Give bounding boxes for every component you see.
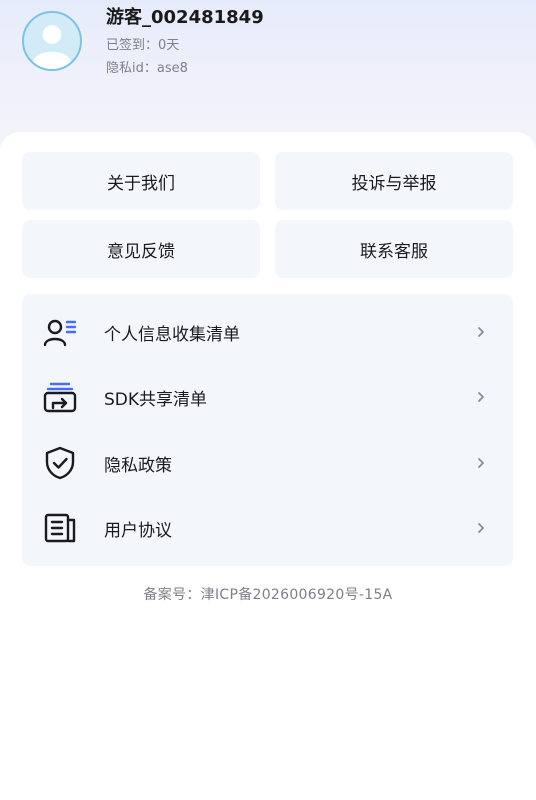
user-nickname: 游客_002481849 — [106, 7, 264, 28]
about-us-button[interactable]: 关于我们 — [22, 152, 260, 210]
document-icon — [42, 510, 78, 546]
menu-item-label: SDK共享清单 — [104, 389, 208, 410]
icp-record-number: 备案号：津ICP备2026006920号-15A — [143, 587, 393, 603]
menu-item-label: 个人信息收集清单 — [104, 324, 240, 345]
chevron-right-icon — [475, 522, 487, 534]
menu-item-sdk-share-list[interactable]: SDK共享清单 — [22, 367, 513, 427]
signin-days: 已签到：0天 — [106, 38, 180, 53]
main-card: 关于我们 投诉与举报 意见反馈 联系客服 个人信息收集清单 SDK共享清单 隐私… — [0, 132, 536, 800]
chevron-right-icon — [475, 326, 487, 338]
user-list-icon — [42, 314, 78, 350]
menu-item-label: 用户协议 — [104, 520, 172, 541]
privacy-id: 隐私id：ase8 — [106, 61, 188, 76]
profile-header: 游客_002481849 已签到：0天 隐私id：ase8 — [0, 0, 536, 130]
menu-item-privacy-policy[interactable]: 隐私政策 — [22, 433, 513, 493]
contact-service-button[interactable]: 联系客服 — [275, 220, 513, 278]
chevron-right-icon — [475, 457, 487, 469]
menu-item-user-agreement[interactable]: 用户协议 — [22, 498, 513, 558]
menu-item-personal-info-list[interactable]: 个人信息收集清单 — [22, 302, 513, 362]
user-avatar-icon[interactable] — [22, 11, 82, 71]
shield-check-icon — [42, 445, 78, 481]
share-stack-icon — [42, 379, 78, 415]
chevron-right-icon — [475, 391, 487, 403]
feedback-button[interactable]: 意见反馈 — [22, 220, 260, 278]
complaint-report-button[interactable]: 投诉与举报 — [275, 152, 513, 210]
menu-item-label: 隐私政策 — [104, 455, 172, 476]
settings-menu-list: 个人信息收集清单 SDK共享清单 隐私政策 用户协议 — [22, 294, 513, 566]
